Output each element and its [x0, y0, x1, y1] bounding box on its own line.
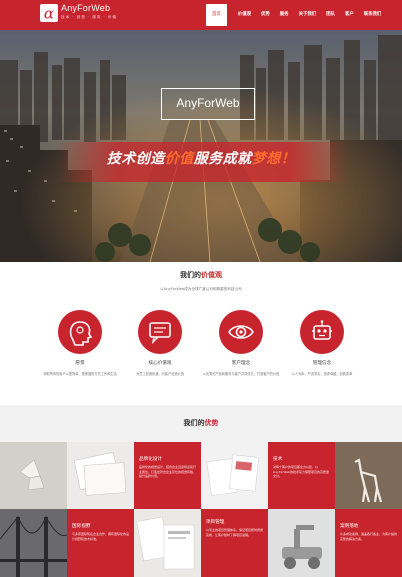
giraffe-image	[335, 442, 402, 509]
slogan-highlight-2: 梦想！	[251, 151, 296, 167]
value-desc: 为员工创造机遇，为客户创造价值	[136, 372, 184, 376]
brand-name[interactable]: AnyForWeb	[61, 3, 110, 13]
slogan-part-2: 服务成就	[193, 151, 252, 167]
adv-title-a: 我们的	[183, 419, 205, 427]
paper-cards-image	[67, 442, 134, 509]
value-title: 管理信念	[312, 361, 332, 366]
main-nav: 首页 价值观 优势 服务 关于我们 团队 客户 联系我们	[206, 0, 386, 30]
nav-item-advantages[interactable]: 优势	[256, 0, 275, 30]
tile-technology[interactable]: 技术 对每个客户的项目都全力以赴，以AnyForWeb的技术实力保障项目的高质量…	[268, 442, 335, 509]
value-title: 核心价值观	[148, 361, 172, 366]
advantages-title: 我们的优势	[0, 418, 402, 428]
tile-branding[interactable]: 品牌化设计 品牌化的视觉设计，结合企业自身特点和行业属性，打造出符合企业定位的视…	[134, 442, 201, 509]
tile-title: 案例落地	[340, 524, 359, 529]
hero-banner: AnyForWeb 技术创造价值服务成就梦想！	[0, 30, 402, 262]
tile-cases[interactable]: 案例落地 众多成功案例，涵盖各行各业，为客户提供完整的解决方案。	[335, 509, 402, 577]
brochure-image	[201, 442, 268, 509]
magazine-image	[134, 509, 201, 577]
nav-item-services[interactable]: 服务	[275, 0, 294, 30]
nav-item-values[interactable]: 价值观	[233, 0, 256, 30]
tile-project-management[interactable]: 项目管理 以专业的项目管理体系，保证项目按时按质完成，让客户随时了解项目进展。	[201, 509, 268, 577]
tile-text: 众多成功案例，涵盖各行各业，为客户提供完整的解决方案。	[340, 532, 398, 541]
tile-title: 项目管理	[206, 520, 225, 525]
origami-image	[0, 442, 67, 509]
values-list: 愿景 帮助所有的用户以更简单、更便捷的方式工作和生活 核心价值观 为员工创造机遇…	[40, 310, 362, 380]
brand-tagline: 技术 · 创造 · 服务 · 价值	[61, 15, 118, 19]
tile-text: 与多家国际知名企业合作，拥有国际化的设计视野和技术标准。	[72, 532, 130, 541]
head-icon	[58, 310, 102, 354]
slogan-highlight-1: 价值	[164, 151, 194, 167]
value-desc: 以人为本，严谨求实，追求卓越，创新变革	[291, 372, 353, 376]
values-title-b: 价值观	[201, 271, 222, 279]
bridge-image	[0, 509, 67, 577]
value-title: 愿景	[75, 361, 85, 366]
adv-title-b: 优势	[204, 419, 219, 427]
hero-slogan: 技术创造价值服务成就梦想！	[0, 148, 402, 168]
chat-icon	[138, 310, 182, 354]
value-desc: 帮助所有的用户以更简单、更便捷的方式工作和生活	[43, 372, 117, 376]
advantages-grid: 品牌化设计 品牌化的视觉设计，结合企业自身特点和行业属性，打造出符合企业定位的视…	[0, 442, 402, 577]
robot-arm-image	[268, 509, 335, 577]
logo-icon[interactable]: α	[40, 4, 58, 22]
nav-item-about[interactable]: 关于我们	[294, 0, 322, 30]
tile-text: 对每个客户的项目都全力以赴，以AnyForWeb的技术实力保障项目的高质量交付。	[273, 465, 329, 479]
tile-title: 品牌化设计	[139, 457, 162, 462]
eye-icon	[219, 310, 263, 354]
tile-text: 以专业的项目管理体系，保证项目按时按质完成，让客户随时了解项目进展。	[206, 528, 264, 537]
value-desc: 以优秀的产品和服务与客户共同成长，打造客户的价值	[202, 372, 280, 376]
header-bar: α AnyForWeb 技术 · 创造 · 服务 · 价值 首页 价值观 优势 …	[0, 0, 402, 30]
svg-text:α: α	[44, 5, 54, 23]
slogan-part-1: 技术创造	[106, 151, 165, 167]
value-title: 客户理念	[231, 361, 251, 366]
values-title-a: 我们的	[180, 271, 201, 279]
nav-item-home[interactable]: 首页	[206, 4, 227, 26]
tile-text: 品牌化的视觉设计，结合企业自身特点和行业属性，打造出符合企业定位的视觉风格，提升…	[139, 465, 197, 479]
hero-logo-box: AnyForWeb	[161, 88, 255, 120]
nav-item-team[interactable]: 团队	[321, 0, 340, 30]
nav-item-clients[interactable]: 客户	[340, 0, 359, 30]
robot-icon	[300, 310, 344, 354]
tile-global-vision[interactable]: 国际视野 与多家国际知名企业合作，拥有国际化的设计视野和技术标准。	[67, 509, 134, 577]
values-subtitle: 以AnyForWeb成为全球广度认可和尊重的科技公司	[160, 287, 242, 291]
tile-title: 技术	[273, 457, 283, 462]
values-title: 我们的价值观	[0, 270, 402, 280]
tile-title: 国际视野	[72, 524, 91, 529]
nav-item-contact[interactable]: 联系我们	[359, 0, 387, 30]
